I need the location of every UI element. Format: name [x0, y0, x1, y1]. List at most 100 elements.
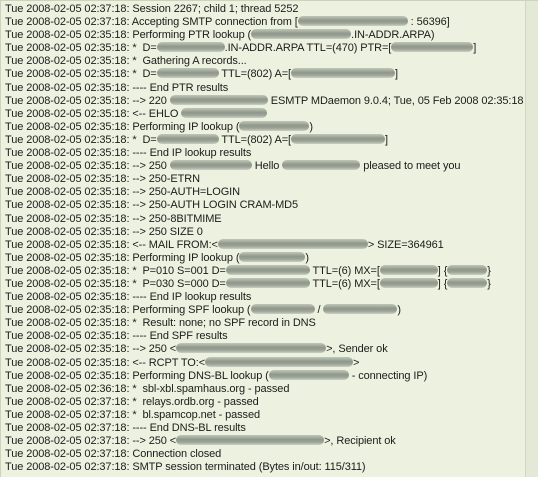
- log-text: Tue 2008-02-05 02:35:18: * D=: [5, 42, 157, 55]
- redacted-text: [176, 343, 327, 354]
- log-text: Tue 2008-02-05 02:35:18: --> 250 <: [5, 343, 177, 356]
- log-line: Tue 2008-02-05 02:37:18: Connection clos…: [5, 448, 524, 461]
- log-text: .IN-ADDR.ARPA): [351, 29, 435, 42]
- log-text: Tue 2008-02-05 02:35:18: Performing IP l…: [5, 120, 240, 133]
- log-text: ): [309, 120, 313, 133]
- log-line: Tue 2008-02-05 02:37:18: SMTP session te…: [5, 461, 524, 474]
- redacted-text: [156, 42, 225, 53]
- redacted-text: [176, 435, 325, 446]
- log-text: Tue 2008-02-05 02:35:18: Performing IP l…: [5, 251, 240, 264]
- log-line: Tue 2008-02-05 02:36:18: * sbl-xbl.spamh…: [5, 383, 524, 396]
- log-text: ]: [473, 42, 477, 55]
- log-line: Tue 2008-02-05 02:35:18: --> 250-8BITMIM…: [5, 213, 524, 226]
- redacted-text: [239, 120, 310, 131]
- log-text: Tue 2008-02-05 02:36:18: * sbl-xbl.spamh…: [5, 382, 290, 395]
- log-line: Tue 2008-02-05 02:35:18: * D= TTL=(802) …: [5, 68, 524, 81]
- log-text: Tue 2008-02-05 02:35:18: <-- MAIL FROM:<: [5, 238, 218, 251]
- log-text: ]: [395, 68, 398, 81]
- log-text: Tue 2008-02-05 02:35:18: --> 250 SIZE 0: [5, 225, 203, 238]
- redacted-text: [379, 277, 438, 288]
- log-text: Tue 2008-02-05 02:37:18: Connection clos…: [5, 448, 222, 461]
- log-text-area[interactable]: Tue 2008-02-05 02:37:18: Session 2267; c…: [5, 3, 538, 477]
- redacted-text: [225, 264, 310, 275]
- log-text: Tue 2008-02-05 02:35:18: <-- RCPT TO:<: [5, 356, 206, 369]
- log-text: - connecting IP): [348, 369, 428, 382]
- log-text: ): [397, 304, 401, 317]
- log-text: TTL=(6) MX=[: [309, 277, 380, 290]
- log-text: Tue 2008-02-05 02:37:18: SMTP session te…: [5, 461, 366, 474]
- log-line: Tue 2008-02-05 02:35:18: --> 250 Hello p…: [5, 160, 524, 173]
- log-line: Tue 2008-02-05 02:35:18: --> 250 SIZE 0: [5, 226, 524, 239]
- log-text: > SIZE=364961: [367, 238, 444, 251]
- log-text: Tue 2008-02-05 02:35:18: Performing DNS-…: [5, 369, 269, 382]
- redacted-text: [169, 160, 252, 171]
- redacted-text: [181, 107, 268, 118]
- redacted-text: [217, 238, 368, 249]
- log-line: Tue 2008-02-05 02:35:18: --> 250-AUTH=LO…: [5, 186, 524, 199]
- log-text: >, Recipient ok: [324, 435, 396, 448]
- log-text: ESMTP MDaemon 9.0.4; Tue, 05 Feb 2008 02…: [267, 94, 538, 107]
- log-text: Tue 2008-02-05 02:35:18: --> 250-AUTH LO…: [5, 199, 299, 212]
- redacted-text: [156, 68, 219, 79]
- redacted-text: [225, 277, 310, 288]
- log-line: Tue 2008-02-05 02:35:18: Performing IP l…: [5, 120, 524, 134]
- log-text: .IN-ADDR.ARPA TTL=(470) PTR=[: [224, 42, 392, 55]
- log-line: Tue 2008-02-05 02:35:18: ---- End IP loo…: [5, 291, 524, 304]
- log-text: >: [353, 356, 360, 369]
- redacted-text: [156, 133, 219, 144]
- log-text: Tue 2008-02-05 02:35:18: --> 220: [5, 94, 170, 107]
- log-text: Tue 2008-02-05 02:35:18: * P=030 S=000 D…: [5, 277, 226, 290]
- log-text: Tue 2008-02-05 02:35:18: ---- End IP loo…: [5, 147, 252, 160]
- log-text: ] {: [437, 264, 448, 277]
- log-line: Tue 2008-02-05 02:35:18: Performing SPF …: [5, 304, 524, 317]
- log-line: Tue 2008-02-05 02:35:18: --> 220 ESMTP M…: [5, 94, 538, 108]
- log-line: Tue 2008-02-05 02:35:18: --> 250-ETRN: [5, 173, 524, 186]
- log-text: Tue 2008-02-05 02:35:18: --> 250: [5, 160, 170, 173]
- redacted-text: [379, 264, 438, 275]
- log-text: Tue 2008-02-05 02:37:18: Session 2267; c…: [5, 3, 299, 15]
- log-line: Tue 2008-02-05 02:35:18: Performing IP l…: [5, 251, 524, 265]
- log-text: Tue 2008-02-05 02:35:18: --> 250-8BITMIM…: [5, 212, 222, 225]
- log-text: Tue 2008-02-05 02:35:18: --> 250-ETRN: [5, 173, 200, 186]
- log-text: Tue 2008-02-05 02:35:18: Performing PTR …: [5, 29, 252, 42]
- log-text: Tue 2008-02-05 02:35:18: --> 250-AUTH=LO…: [5, 186, 240, 199]
- log-text: Tue 2008-02-05 02:35:18: <-- EHLO: [5, 107, 182, 120]
- redacted-text: [447, 264, 488, 275]
- log-text: Hello: [251, 160, 283, 173]
- log-text: /: [314, 304, 324, 317]
- log-line: Tue 2008-02-05 02:35:18: <-- EHLO: [5, 107, 524, 121]
- log-line: Tue 2008-02-05 02:37:18: --> 250 < >, Rec…: [5, 435, 524, 448]
- log-text: : 56396]: [407, 16, 450, 29]
- log-text: Tue 2008-02-05 02:35:18: ---- End IP loo…: [5, 291, 252, 304]
- log-line: Tue 2008-02-05 02:35:18: * P=010 S=001 D…: [5, 264, 524, 278]
- log-text: Tue 2008-02-05 02:37:18: * bl.spamcop.ne…: [5, 408, 260, 421]
- log-text: >, Sender ok: [326, 343, 388, 356]
- log-text: Tue 2008-02-05 02:35:18: * Result: none;…: [5, 317, 316, 330]
- redacted-text: [297, 16, 408, 27]
- log-line: Tue 2008-02-05 02:35:18: Performing DNS-…: [5, 369, 524, 383]
- log-line: Tue 2008-02-05 02:35:18: * Gathering A r…: [5, 55, 524, 68]
- log-line: Tue 2008-02-05 02:35:18: --> 250 < >, Sen…: [5, 343, 524, 356]
- smtp-session-log-window: Tue 2008-02-05 02:37:18: Session 2267; c…: [0, 0, 538, 477]
- log-line: Tue 2008-02-05 02:35:18: ---- End IP loo…: [5, 147, 524, 160]
- vertical-scrollbar[interactable]: [525, 1, 538, 477]
- log-text: Tue 2008-02-05 02:35:18: ---- End SPF re…: [5, 330, 228, 343]
- log-text: Tue 2008-02-05 02:35:18: * P=010 S=001 D…: [5, 264, 226, 277]
- log-text: Tue 2008-02-05 02:35:18: ---- End PTR re…: [5, 81, 229, 94]
- log-text: Tue 2008-02-05 02:37:18: --> 250 <: [5, 435, 177, 448]
- redacted-text: [268, 369, 349, 380]
- redacted-text: [447, 277, 488, 288]
- log-text: Tue 2008-02-05 02:35:18: * D=: [5, 133, 157, 146]
- log-text: }: [487, 264, 491, 277]
- log-text: Tue 2008-02-05 02:37:18: * relays.ordb.o…: [5, 395, 259, 408]
- log-line: Tue 2008-02-05 02:35:18: * P=030 S=000 D…: [5, 277, 524, 291]
- log-line: Tue 2008-02-05 02:37:18: * bl.spamcop.ne…: [5, 409, 524, 422]
- log-line: Tue 2008-02-05 02:37:18: Accepting SMTP …: [5, 16, 524, 29]
- redacted-text: [391, 42, 474, 53]
- log-line: Tue 2008-02-05 02:35:18: --> 250-AUTH LO…: [5, 199, 524, 212]
- log-text: pleased to meet you: [360, 160, 461, 173]
- log-line: Tue 2008-02-05 02:35:18: <-- RCPT TO:< >: [5, 356, 524, 370]
- log-text: Tue 2008-02-05 02:37:18: ---- End DNS-BL…: [5, 422, 246, 434]
- log-line: Tue 2008-02-05 02:37:18: ---- End DNS-BL…: [5, 422, 524, 435]
- log-line: Tue 2008-02-05 02:35:18: * Result: none;…: [5, 317, 524, 330]
